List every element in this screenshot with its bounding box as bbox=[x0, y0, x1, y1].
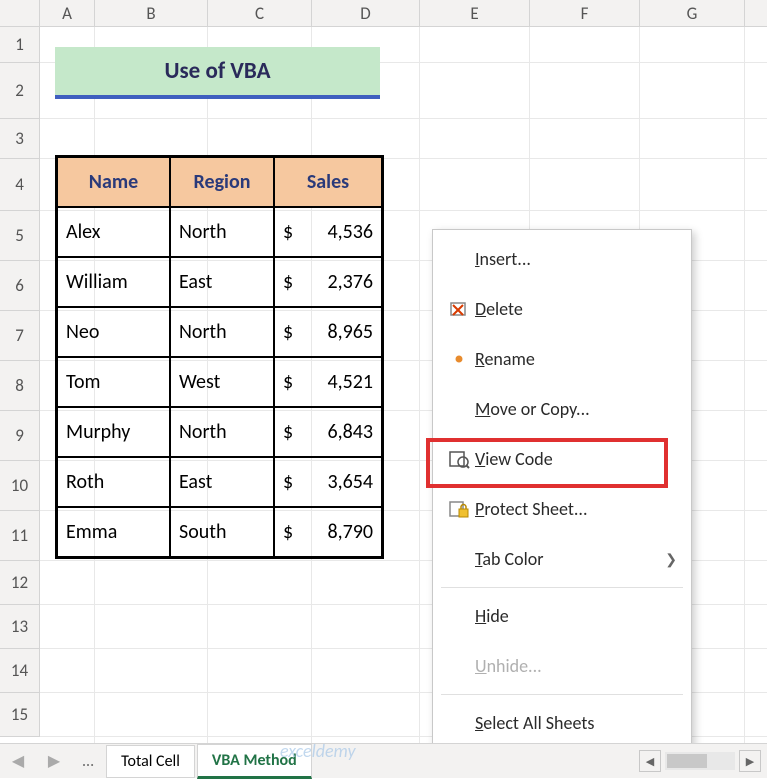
menu-label: Hide bbox=[475, 605, 677, 627]
column-header-A[interactable]: A bbox=[40, 0, 95, 26]
scroll-left-button[interactable]: ◀ bbox=[639, 750, 661, 772]
table-row: AlexNorth$4,536 bbox=[57, 207, 382, 257]
row-header-4[interactable]: 4 bbox=[0, 159, 40, 211]
cell-region[interactable]: East bbox=[170, 257, 274, 307]
cell-sales[interactable]: $2,376 bbox=[274, 257, 382, 307]
menu-view-code[interactable]: View Code bbox=[433, 434, 691, 484]
table-row: RothEast$3,654 bbox=[57, 457, 382, 507]
row-header-2[interactable]: 2 bbox=[0, 63, 40, 119]
menu-label: Move or Copy... bbox=[475, 398, 677, 420]
cell-name[interactable]: William bbox=[57, 257, 170, 307]
cell-region[interactable]: South bbox=[170, 507, 274, 557]
scroll-right-button[interactable]: ▶ bbox=[739, 750, 761, 772]
menu-unhide: Unhide... bbox=[433, 641, 691, 691]
row-header-column: 123456789101112131415 bbox=[0, 27, 40, 737]
cell-sales[interactable]: $6,843 bbox=[274, 407, 382, 457]
cell-name[interactable]: Murphy bbox=[57, 407, 170, 457]
horizontal-scrollbar[interactable]: ◀ ▶ bbox=[312, 750, 767, 772]
menu-move-copy[interactable]: Move or Copy... bbox=[433, 384, 691, 434]
cell-region[interactable]: North bbox=[170, 207, 274, 257]
table-row: EmmaSouth$8,790 bbox=[57, 507, 382, 557]
row-header-11[interactable]: 11 bbox=[0, 511, 40, 561]
sheet-tab-bar: ◀ ▶ ... Total Cell VBA Method ◀ ▶ bbox=[0, 743, 767, 778]
tab-ellipsis[interactable]: ... bbox=[72, 752, 104, 771]
cell-sales[interactable]: $3,654 bbox=[274, 457, 382, 507]
sheet-context-menu: Insert... Delete Rename Move or Copy... … bbox=[432, 229, 692, 753]
row-header-14[interactable]: 14 bbox=[0, 649, 40, 693]
sheet-tab-total-cell[interactable]: Total Cell bbox=[106, 745, 195, 778]
chevron-right-icon: ❯ bbox=[665, 551, 677, 568]
menu-separator bbox=[441, 587, 683, 588]
menu-select-all-sheets[interactable]: Select All Sheets bbox=[433, 698, 691, 748]
header-region[interactable]: Region bbox=[170, 157, 274, 207]
protect-icon bbox=[443, 499, 475, 519]
scroll-thumb[interactable] bbox=[667, 754, 707, 768]
column-header-E[interactable]: E bbox=[420, 0, 530, 26]
cell-name[interactable]: Emma bbox=[57, 507, 170, 557]
column-header-C[interactable]: C bbox=[208, 0, 312, 26]
cell-region[interactable]: North bbox=[170, 407, 274, 457]
row-header-1[interactable]: 1 bbox=[0, 27, 40, 63]
menu-rename[interactable]: Rename bbox=[433, 334, 691, 384]
header-name[interactable]: Name bbox=[57, 157, 170, 207]
menu-label: Insert... bbox=[475, 248, 677, 270]
column-header-F[interactable]: F bbox=[530, 0, 640, 26]
table-row: WilliamEast$2,376 bbox=[57, 257, 382, 307]
row-header-9[interactable]: 9 bbox=[0, 411, 40, 461]
cell-name[interactable]: Alex bbox=[57, 207, 170, 257]
row-header-12[interactable]: 12 bbox=[0, 561, 40, 605]
menu-label: Select All Sheets bbox=[475, 712, 677, 734]
rename-icon bbox=[443, 349, 475, 369]
column-header-B[interactable]: B bbox=[95, 0, 208, 26]
tab-nav-next[interactable]: ▶ bbox=[36, 751, 72, 771]
cell-name[interactable]: Roth bbox=[57, 457, 170, 507]
cell-name[interactable]: Tom bbox=[57, 357, 170, 407]
table-header-row: Name Region Sales bbox=[57, 157, 382, 207]
cell-region[interactable]: East bbox=[170, 457, 274, 507]
menu-label: Tab Color bbox=[475, 548, 665, 570]
column-header-G[interactable]: G bbox=[640, 0, 745, 26]
cell-sales[interactable]: $4,521 bbox=[274, 357, 382, 407]
delete-icon bbox=[443, 299, 475, 319]
menu-label: Unhide... bbox=[475, 655, 677, 677]
menu-label: View Code bbox=[475, 448, 677, 470]
menu-label: Protect Sheet... bbox=[475, 498, 677, 520]
scroll-track[interactable] bbox=[665, 752, 735, 770]
tab-nav-prev[interactable]: ◀ bbox=[0, 751, 36, 771]
cell-sales[interactable]: $8,790 bbox=[274, 507, 382, 557]
row-header-3[interactable]: 3 bbox=[0, 119, 40, 159]
data-table: Name Region Sales AlexNorth$4,536William… bbox=[55, 155, 384, 559]
sheet-tab-vba-method[interactable]: VBA Method bbox=[197, 744, 312, 779]
row-header-8[interactable]: 8 bbox=[0, 361, 40, 411]
menu-protect-sheet[interactable]: Protect Sheet... bbox=[433, 484, 691, 534]
menu-hide[interactable]: Hide bbox=[433, 591, 691, 641]
row-header-7[interactable]: 7 bbox=[0, 311, 40, 361]
menu-tab-color[interactable]: Tab Color ❯ bbox=[433, 534, 691, 584]
table-row: NeoNorth$8,965 bbox=[57, 307, 382, 357]
row-header-13[interactable]: 13 bbox=[0, 605, 40, 649]
column-header-D[interactable]: D bbox=[312, 0, 420, 26]
row-header-15[interactable]: 15 bbox=[0, 693, 40, 737]
table-row: TomWest$4,521 bbox=[57, 357, 382, 407]
cell-name[interactable]: Neo bbox=[57, 307, 170, 357]
table-row: MurphyNorth$6,843 bbox=[57, 407, 382, 457]
menu-insert[interactable]: Insert... bbox=[433, 234, 691, 284]
view-code-icon bbox=[443, 449, 475, 469]
menu-label: Delete bbox=[475, 298, 677, 320]
cell-sales[interactable]: $8,965 bbox=[274, 307, 382, 357]
row-header-6[interactable]: 6 bbox=[0, 261, 40, 311]
cell-region[interactable]: West bbox=[170, 357, 274, 407]
menu-separator bbox=[441, 694, 683, 695]
menu-delete[interactable]: Delete bbox=[433, 284, 691, 334]
header-sales[interactable]: Sales bbox=[274, 157, 382, 207]
column-header-row: ABCDEFG bbox=[0, 0, 767, 27]
select-all-corner[interactable] bbox=[0, 0, 40, 26]
cell-region[interactable]: North bbox=[170, 307, 274, 357]
row-header-5[interactable]: 5 bbox=[0, 211, 40, 261]
row-header-10[interactable]: 10 bbox=[0, 461, 40, 511]
menu-label: Rename bbox=[475, 348, 677, 370]
cell-sales[interactable]: $4,536 bbox=[274, 207, 382, 257]
title-banner: Use of VBA bbox=[55, 47, 380, 99]
